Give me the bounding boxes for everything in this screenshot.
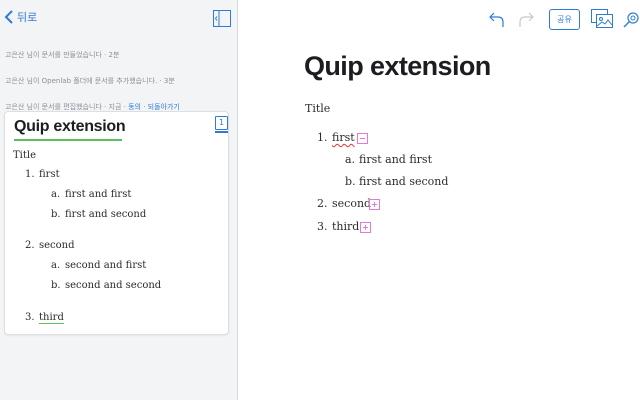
back-button[interactable]: 뒤로 bbox=[4, 9, 37, 25]
image-gallery-icon[interactable] bbox=[591, 9, 614, 29]
app-window: 뒤로 고은산 님이 문서를 만들었습니다 · 2분 고은산 님이 Openlab… bbox=[0, 0, 640, 400]
revision-card[interactable]: Quip extension 1 Title 1. first a. first… bbox=[4, 111, 229, 335]
list-number: 3. bbox=[317, 220, 328, 233]
expand-toggle[interactable] bbox=[360, 222, 371, 233]
list-number: 3. bbox=[25, 312, 35, 323]
share-button[interactable]: 공유 bbox=[549, 9, 580, 30]
document-title[interactable]: Quip extension bbox=[304, 51, 491, 82]
sublist-letter: a. bbox=[51, 189, 61, 200]
sublist-letter: b. bbox=[51, 209, 61, 220]
badge-underline bbox=[215, 131, 228, 133]
comment-count-badge[interactable]: 1 bbox=[215, 116, 228, 130]
sublist-item-text: first and first bbox=[65, 189, 132, 200]
list-number: 2. bbox=[317, 197, 328, 210]
history-item: 고은산 님이 Openlab 폴더에 문서를 추가했습니다. · 3분 bbox=[5, 68, 233, 94]
chevron-left-icon bbox=[4, 10, 13, 24]
list-number: 1. bbox=[317, 131, 328, 144]
card-title: Quip extension bbox=[14, 118, 126, 135]
history-text: 고은산 님이 Openlab 폴더에 문서를 추가했습니다. · 3분 bbox=[5, 77, 175, 85]
list-item-text: third bbox=[39, 312, 64, 324]
sublist-item-text[interactable]: first and second bbox=[359, 175, 448, 188]
history-list: 고은산 님이 문서를 만들었습니다 · 2분 고은산 님이 Openlab 폴더… bbox=[5, 42, 233, 120]
sublist-letter: b. bbox=[345, 175, 356, 188]
approve-link[interactable]: 동의 bbox=[128, 103, 141, 111]
document-heading[interactable]: Title bbox=[305, 102, 330, 115]
redo-icon[interactable] bbox=[518, 10, 534, 28]
list-item-text[interactable]: second bbox=[332, 197, 371, 210]
sublist-item-text: second and second bbox=[65, 280, 162, 291]
sublist-item-text[interactable]: first and first bbox=[359, 153, 432, 166]
sublist-item-text: second and first bbox=[65, 260, 147, 271]
sublist-letter: a. bbox=[51, 260, 61, 271]
sublist-item-text: first and second bbox=[65, 209, 147, 220]
edit-highlight bbox=[14, 139, 122, 141]
revert-link[interactable]: 되돌아가기 bbox=[148, 103, 180, 111]
list-item-text: first bbox=[39, 169, 60, 180]
history-sidebar: 뒤로 고은산 님이 문서를 만들었습니다 · 2분 고은산 님이 Openlab… bbox=[0, 0, 238, 400]
history-item: 고은산 님이 문서를 만들었습니다 · 2분 bbox=[5, 42, 233, 68]
list-item-text[interactable]: first bbox=[332, 131, 355, 144]
expand-toggle[interactable] bbox=[369, 199, 380, 210]
collapse-panel-icon[interactable] bbox=[213, 10, 231, 27]
card-heading: Title bbox=[13, 150, 37, 161]
undo-icon[interactable] bbox=[489, 10, 505, 28]
list-number: 2. bbox=[25, 240, 35, 251]
history-text: 고은산 님이 문서를 편집했습니다 · 지금 · bbox=[5, 103, 129, 111]
collapse-toggle[interactable] bbox=[357, 133, 368, 144]
list-number: 1. bbox=[25, 169, 35, 180]
settings-icon[interactable] bbox=[622, 9, 640, 29]
history-text: 고은산 님이 문서를 만들었습니다 · 2분 bbox=[5, 51, 120, 59]
list-item-text[interactable]: third bbox=[332, 220, 359, 233]
back-label: 뒤로 bbox=[17, 11, 38, 24]
sublist-letter: b. bbox=[51, 280, 61, 291]
sublist-letter: a. bbox=[345, 153, 356, 166]
list-item-text: second bbox=[39, 240, 75, 251]
